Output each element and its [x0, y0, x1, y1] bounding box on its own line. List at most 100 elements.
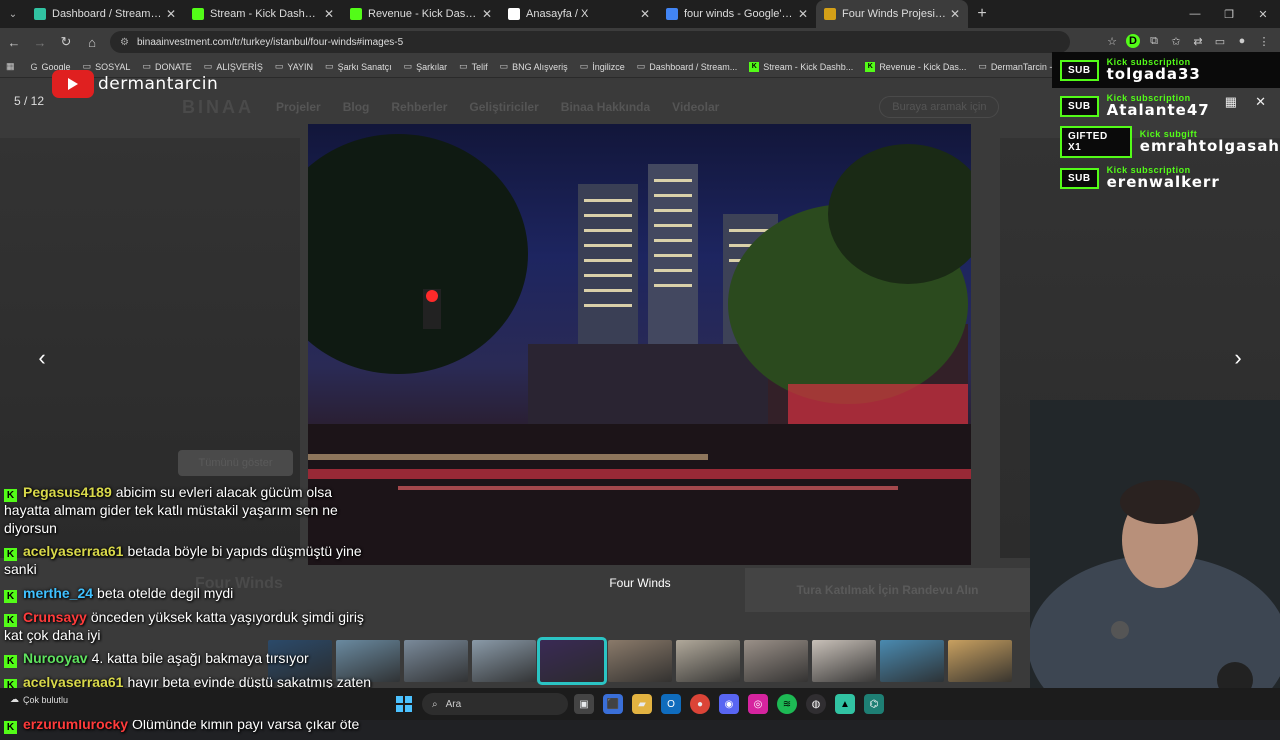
- discord-icon[interactable]: ◉: [719, 694, 739, 714]
- browser-tab[interactable]: Four Winds Projesi | Fiyatlar ve ✕: [816, 0, 968, 28]
- browser-tab[interactable]: Anasayfa / X ✕: [500, 0, 658, 28]
- streamlabs-icon[interactable]: ▲: [835, 694, 855, 714]
- extensions-puzzle-icon[interactable]: ⧉: [1146, 32, 1162, 50]
- media-icon[interactable]: ▭: [1212, 32, 1228, 50]
- gallery-thumbnail[interactable]: [608, 640, 672, 682]
- chat-text: 4. katta bile aşağı bakmaya tırsıyor: [91, 650, 309, 666]
- site-logo[interactable]: BINAA: [182, 97, 254, 118]
- minimize-icon[interactable]: —: [1178, 0, 1212, 28]
- close-tab-icon[interactable]: ✕: [482, 7, 492, 21]
- gallery-thumbnail[interactable]: [948, 640, 1012, 682]
- bookmark-item[interactable]: K Stream - Kick Dashb...: [749, 61, 853, 72]
- tab-title: Stream - Kick Dashboard: [210, 8, 320, 20]
- gallery-thumbnail[interactable]: [744, 640, 808, 682]
- nav-binaa-hakkinda[interactable]: Binaa Hakkında: [561, 100, 650, 114]
- task-view-icon[interactable]: ▣: [574, 694, 594, 714]
- address-bar[interactable]: ⚙ binaainvestment.com/tr/turkey/istanbul…: [110, 31, 1070, 53]
- store-icon[interactable]: ⬛: [603, 694, 623, 714]
- instagram-icon[interactable]: ◎: [748, 694, 768, 714]
- kick-icon: K: [4, 489, 17, 502]
- nav-rehberler[interactable]: Rehberler: [391, 100, 447, 114]
- gallery-thumbnail[interactable]: [472, 640, 536, 682]
- nav-videolar[interactable]: Videolar: [672, 100, 719, 114]
- extension-d-icon[interactable]: D: [1126, 34, 1140, 48]
- chrome-icon[interactable]: ●: [690, 694, 710, 714]
- gallery-thumbnail[interactable]: [537, 637, 607, 685]
- kick-icon: K: [749, 61, 760, 72]
- kick-app-icon[interactable]: ⌬: [864, 694, 884, 714]
- chat-username: Pegasus4189: [23, 484, 112, 500]
- gallery-thumbnail[interactable]: [812, 640, 876, 682]
- apps-grid-icon[interactable]: ▦: [6, 61, 19, 72]
- previous-image-icon[interactable]: ‹: [30, 345, 54, 371]
- windows-start-icon[interactable]: [396, 696, 412, 712]
- home-icon[interactable]: ⌂: [80, 30, 104, 54]
- close-tab-icon[interactable]: ✕: [950, 7, 960, 21]
- browser-tab[interactable]: four winds - Google'da Ara ✕: [658, 0, 816, 28]
- bookmark-item[interactable]: ▭ Şarkılar: [404, 61, 448, 72]
- bookmark-item[interactable]: ▭ İngilizce: [580, 61, 625, 72]
- outlook-icon[interactable]: O: [661, 694, 681, 714]
- bookmark-item[interactable]: ▭ YAYIN: [275, 61, 313, 72]
- bookmark-label: Stream - Kick Dashb...: [763, 61, 854, 72]
- thumbnail-strip: [268, 637, 1012, 685]
- next-image-icon[interactable]: ›: [1226, 345, 1250, 371]
- kick-icon: K: [4, 548, 17, 561]
- tab-search-chevron-icon[interactable]: ⌄: [0, 0, 26, 28]
- obs-icon[interactable]: ◍: [806, 694, 826, 714]
- book-tour-button[interactable]: Tura Katılmak İçin Randevu Alın: [745, 568, 1030, 612]
- browser-menu-icon[interactable]: ⋮: [1256, 32, 1272, 50]
- bookmark-star-icon[interactable]: ☆: [1104, 32, 1120, 50]
- folder-icon: ▭: [499, 61, 509, 71]
- close-tab-icon[interactable]: ✕: [324, 7, 334, 21]
- show-all-photos-button[interactable]: Tümünü göster: [178, 450, 293, 476]
- bookmark-label: Telif: [471, 61, 488, 72]
- taskbar-search-input[interactable]: ⌕ Ara: [422, 693, 568, 715]
- chat-message: K Pegasus4189 abicim su evleri alacak gücü…: [4, 484, 374, 537]
- nav-projeler[interactable]: Projeler: [276, 100, 321, 114]
- nav-blog[interactable]: Blog: [343, 100, 370, 114]
- close-window-icon[interactable]: ✕: [1246, 0, 1280, 28]
- site-info-icon[interactable]: ⚙: [120, 37, 129, 48]
- file-explorer-icon[interactable]: ▰: [632, 694, 652, 714]
- tab-title: Anasayfa / X: [526, 8, 589, 20]
- sub-alert: SUB Kick subscription tolgada33: [1052, 52, 1280, 88]
- site-search-input[interactable]: Buraya aramak için: [879, 96, 1000, 118]
- close-tab-icon[interactable]: ✕: [640, 7, 650, 21]
- tab-title: Dashboard / Streamlabs: [52, 8, 162, 20]
- maximize-icon[interactable]: ❐: [1212, 0, 1246, 28]
- close-tab-icon[interactable]: ✕: [798, 7, 808, 21]
- forward-icon[interactable]: →: [28, 30, 52, 54]
- profile-avatar[interactable]: ●: [1234, 32, 1250, 50]
- browser-tab[interactable]: Revenue - Kick Dashboard ✕: [342, 0, 500, 28]
- weather-widget[interactable]: ☁ Çok bulutlu: [10, 694, 68, 705]
- bookmark-item[interactable]: ▭ Dashboard / Stream...: [637, 61, 738, 72]
- chat-text: beta otelde degil mydi: [97, 584, 234, 601]
- alert-badge: SUB: [1060, 167, 1099, 189]
- chat-message: K Nurooyav 4. katta bile aşağı bakmaya tır…: [4, 650, 374, 668]
- gallery-thumbnail[interactable]: [880, 640, 944, 682]
- browser-tab-strip: ⌄ Dashboard / Streamlabs ✕ Stream - Kick D…: [0, 0, 1280, 28]
- gallery-thumbnail[interactable]: [676, 640, 740, 682]
- bookmark-item[interactable]: K Revenue - Kick Das...: [865, 61, 966, 72]
- bookmark-manager-icon[interactable]: ✩: [1168, 32, 1184, 50]
- chat-username: acelyaserraa61: [23, 543, 124, 559]
- spotify-icon[interactable]: ≋: [777, 694, 797, 714]
- gallery-thumbnail[interactable]: [404, 640, 468, 682]
- kick-icon: K: [4, 720, 17, 734]
- translate-icon[interactable]: ⇄: [1190, 32, 1206, 50]
- browser-tab[interactable]: Stream - Kick Dashboard ✕: [184, 0, 342, 28]
- google-icon: G: [30, 61, 38, 72]
- new-tab-button[interactable]: +: [968, 5, 996, 23]
- bookmark-item[interactable]: ▭ Telif: [459, 61, 488, 72]
- streamer-webcam-image: [1030, 400, 1280, 688]
- close-tab-icon[interactable]: ✕: [166, 7, 176, 21]
- chat-message: K Crunsayy önceden yüksek katta yaşıyorduk…: [4, 609, 374, 645]
- nav-gelistiriciler[interactable]: Geliştiriciler: [469, 100, 538, 114]
- back-icon[interactable]: ←: [2, 30, 26, 54]
- chat-username: Crunsayy: [23, 608, 87, 625]
- bookmark-item[interactable]: ▭ BNG Alışveriş: [500, 61, 568, 72]
- reload-icon[interactable]: ↻: [54, 30, 78, 54]
- browser-tab[interactable]: Dashboard / Streamlabs ✕: [26, 0, 184, 28]
- bookmark-item[interactable]: ▭ Şarkı Sanatçı: [325, 61, 392, 72]
